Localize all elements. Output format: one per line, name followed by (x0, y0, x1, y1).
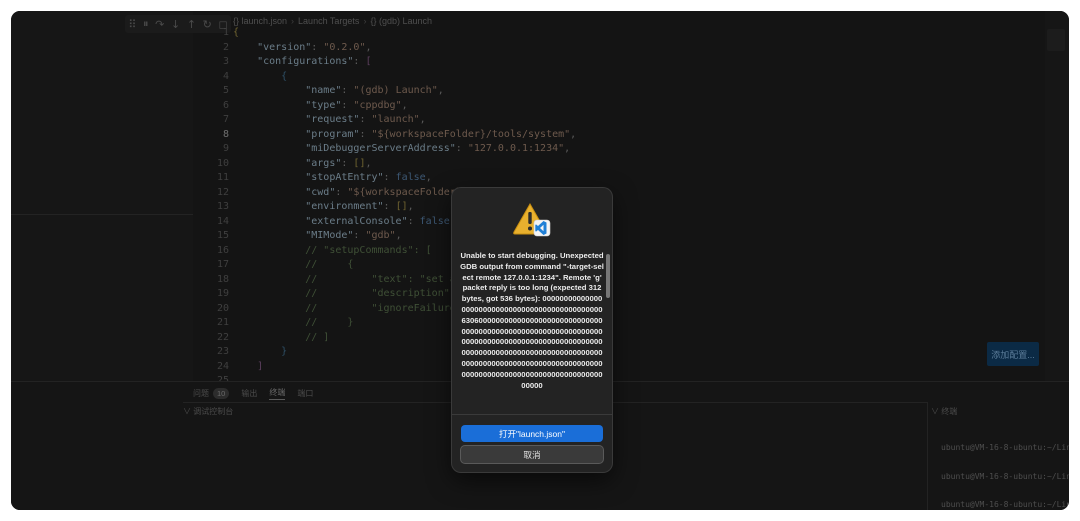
panel-tabs: 问题 10 输出 终端 端口 (193, 387, 313, 400)
line-number: 3 (222, 56, 229, 67)
terminal-line: ubuntu@VM-16-8-ubuntu:~/Linu (941, 443, 1069, 452)
tab-problems-label: 问题 (193, 389, 209, 398)
line-number: 20 (216, 302, 229, 314)
line-number: 19 (216, 288, 229, 299)
error-dialog: Unable to start debugging. Unexpected GD… (452, 188, 612, 472)
line-number: 17 (216, 259, 229, 270)
open-launch-json-button[interactable]: 打开"launch.json" (461, 425, 603, 442)
terminal-output[interactable]: ubuntu@VM-16-8-ubuntu:~/Linu ubuntu@VM-1… (941, 424, 1069, 510)
dialog-scrollbar[interactable] (606, 254, 610, 298)
terminal-line: ubuntu@VM-16-8-ubuntu:~/Linu (941, 471, 1069, 481)
dialog-message: Unable to start debugging. Unexpected GD… (460, 251, 604, 390)
line-number: 18 (216, 273, 229, 285)
step-into-icon[interactable]: ↓ (171, 18, 180, 31)
line-number: 23 (216, 346, 229, 357)
line-number: 4 (222, 70, 229, 82)
line-number: 22 (216, 331, 229, 343)
tab-output[interactable]: 输出 (241, 388, 257, 399)
line-number: 24 (216, 360, 229, 372)
minimap-thumb[interactable] (1047, 29, 1065, 51)
terminal-header[interactable]: ∨ 终端 (931, 406, 957, 417)
problems-count-badge: 10 (213, 388, 230, 399)
line-number: 11 (216, 172, 229, 183)
line-number: 5 (222, 85, 229, 96)
minimap[interactable] (1045, 11, 1069, 381)
line-number: 16 (216, 244, 229, 256)
tab-ports[interactable]: 端口 (297, 388, 313, 399)
line-number: 21 (216, 317, 229, 328)
line-number: 13 (216, 201, 229, 212)
dialog-divider (452, 414, 612, 415)
line-number: 14 (216, 215, 229, 227)
line-number: 1 (222, 27, 229, 38)
add-configuration-button[interactable]: 添加配置... (987, 342, 1039, 366)
line-number: 9 (222, 143, 229, 154)
side-bar-divider (11, 214, 193, 215)
line-number: 15 (216, 230, 229, 241)
terminal-line: ubuntu@VM-16-8-ubuntu:~/Linu (941, 500, 1069, 509)
tab-terminal[interactable]: 终端 (269, 387, 286, 400)
panel-split-divider[interactable] (927, 402, 928, 510)
line-number: 2 (222, 41, 229, 53)
line-number: 8 (222, 128, 229, 140)
code-editor[interactable]: 1234567891011121314151617181920212223242… (193, 11, 1045, 386)
warning-vscode-icon (513, 202, 551, 237)
pause-icon[interactable]: ⏸ (143, 17, 149, 31)
step-over-icon[interactable]: ↷ (155, 18, 164, 31)
tab-problems[interactable]: 问题 10 (193, 388, 230, 399)
line-number: 10 (216, 157, 229, 169)
line-number: 12 (216, 186, 229, 198)
line-number: 7 (222, 114, 229, 125)
line-number: 6 (222, 99, 229, 111)
debug-console-header[interactable]: ∨ 调试控制台 (183, 406, 233, 417)
grip-icon[interactable]: ⠿ (128, 18, 136, 31)
side-bar (11, 11, 193, 381)
cancel-button[interactable]: 取消 (461, 446, 603, 463)
